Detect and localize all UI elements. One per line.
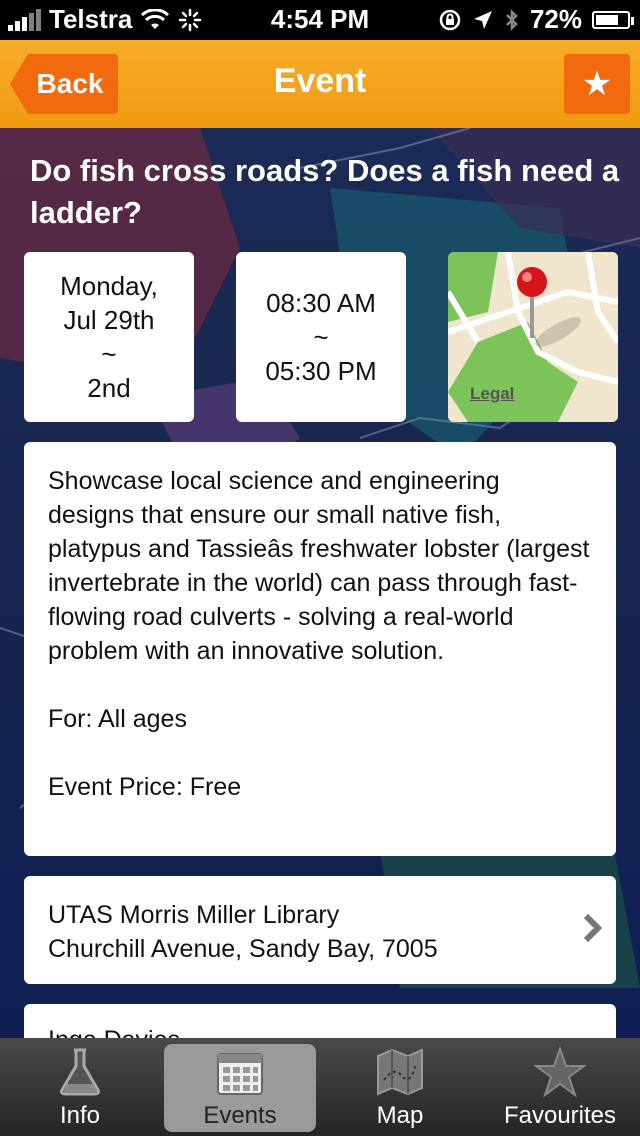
location-arrow-icon [473,10,492,29]
bluetooth-icon [506,8,518,31]
star-icon: ★ [581,65,613,103]
rotation-lock-icon [439,9,461,30]
tab-events-label: Events [203,1102,277,1129]
tab-map[interactable]: Map [320,1038,480,1136]
chevron-right-icon [583,913,603,943]
tab-events[interactable]: Events [160,1038,320,1136]
tab-info[interactable]: Info [0,1038,160,1136]
location-address: Churchill Avenue, Sandy Bay, 7005 [48,935,438,963]
navigation-bar: Back Event ★ [0,40,640,128]
map-icon [377,1048,423,1096]
time-separator: ~ [313,322,329,352]
calendar-icon [217,1053,263,1095]
event-price: Event Price: Free [48,773,242,801]
status-bar: Telstra 4:54 PM 72% [0,0,640,40]
date-separator: ~ [101,339,117,369]
event-audience: For: All ages [48,705,187,733]
battery-percent: 72% [529,4,582,34]
flask-icon [60,1048,100,1096]
tab-map-label: Map [376,1102,424,1129]
favourite-button[interactable]: ★ [564,54,630,114]
date-end: 2nd [87,373,131,403]
tab-info-label: Info [59,1102,101,1129]
battery-icon [592,10,634,29]
star-icon [534,1046,586,1098]
date-weekday: Monday, [60,271,158,301]
time-card: 08:30 AM ~ 05:30 PM [236,252,406,422]
tab-bar: Info Events Map Favourites [0,1038,640,1136]
tab-favourites[interactable]: Favourites [480,1038,640,1136]
date-start: Jul 29th [63,305,155,335]
description-card: Showcase local science and engineering d… [24,442,616,856]
date-card: Monday, Jul 29th ~ 2nd [24,252,194,422]
map-thumbnail[interactable]: Legal [448,252,618,422]
event-title: Do fish cross roads? Does a fish need a … [30,153,620,230]
time-start: 08:30 AM [266,288,376,318]
time-end: 05:30 PM [265,356,377,386]
location-row[interactable]: UTAS Morris Miller Library Churchill Ave… [24,876,616,984]
tab-favourites-label: Favourites [503,1102,617,1129]
map-legal-link[interactable]: Legal [470,384,514,404]
location-name: UTAS Morris Miller Library [48,901,340,929]
event-description: Showcase local science and engineering d… [48,467,590,665]
page-title: Event [273,62,367,100]
